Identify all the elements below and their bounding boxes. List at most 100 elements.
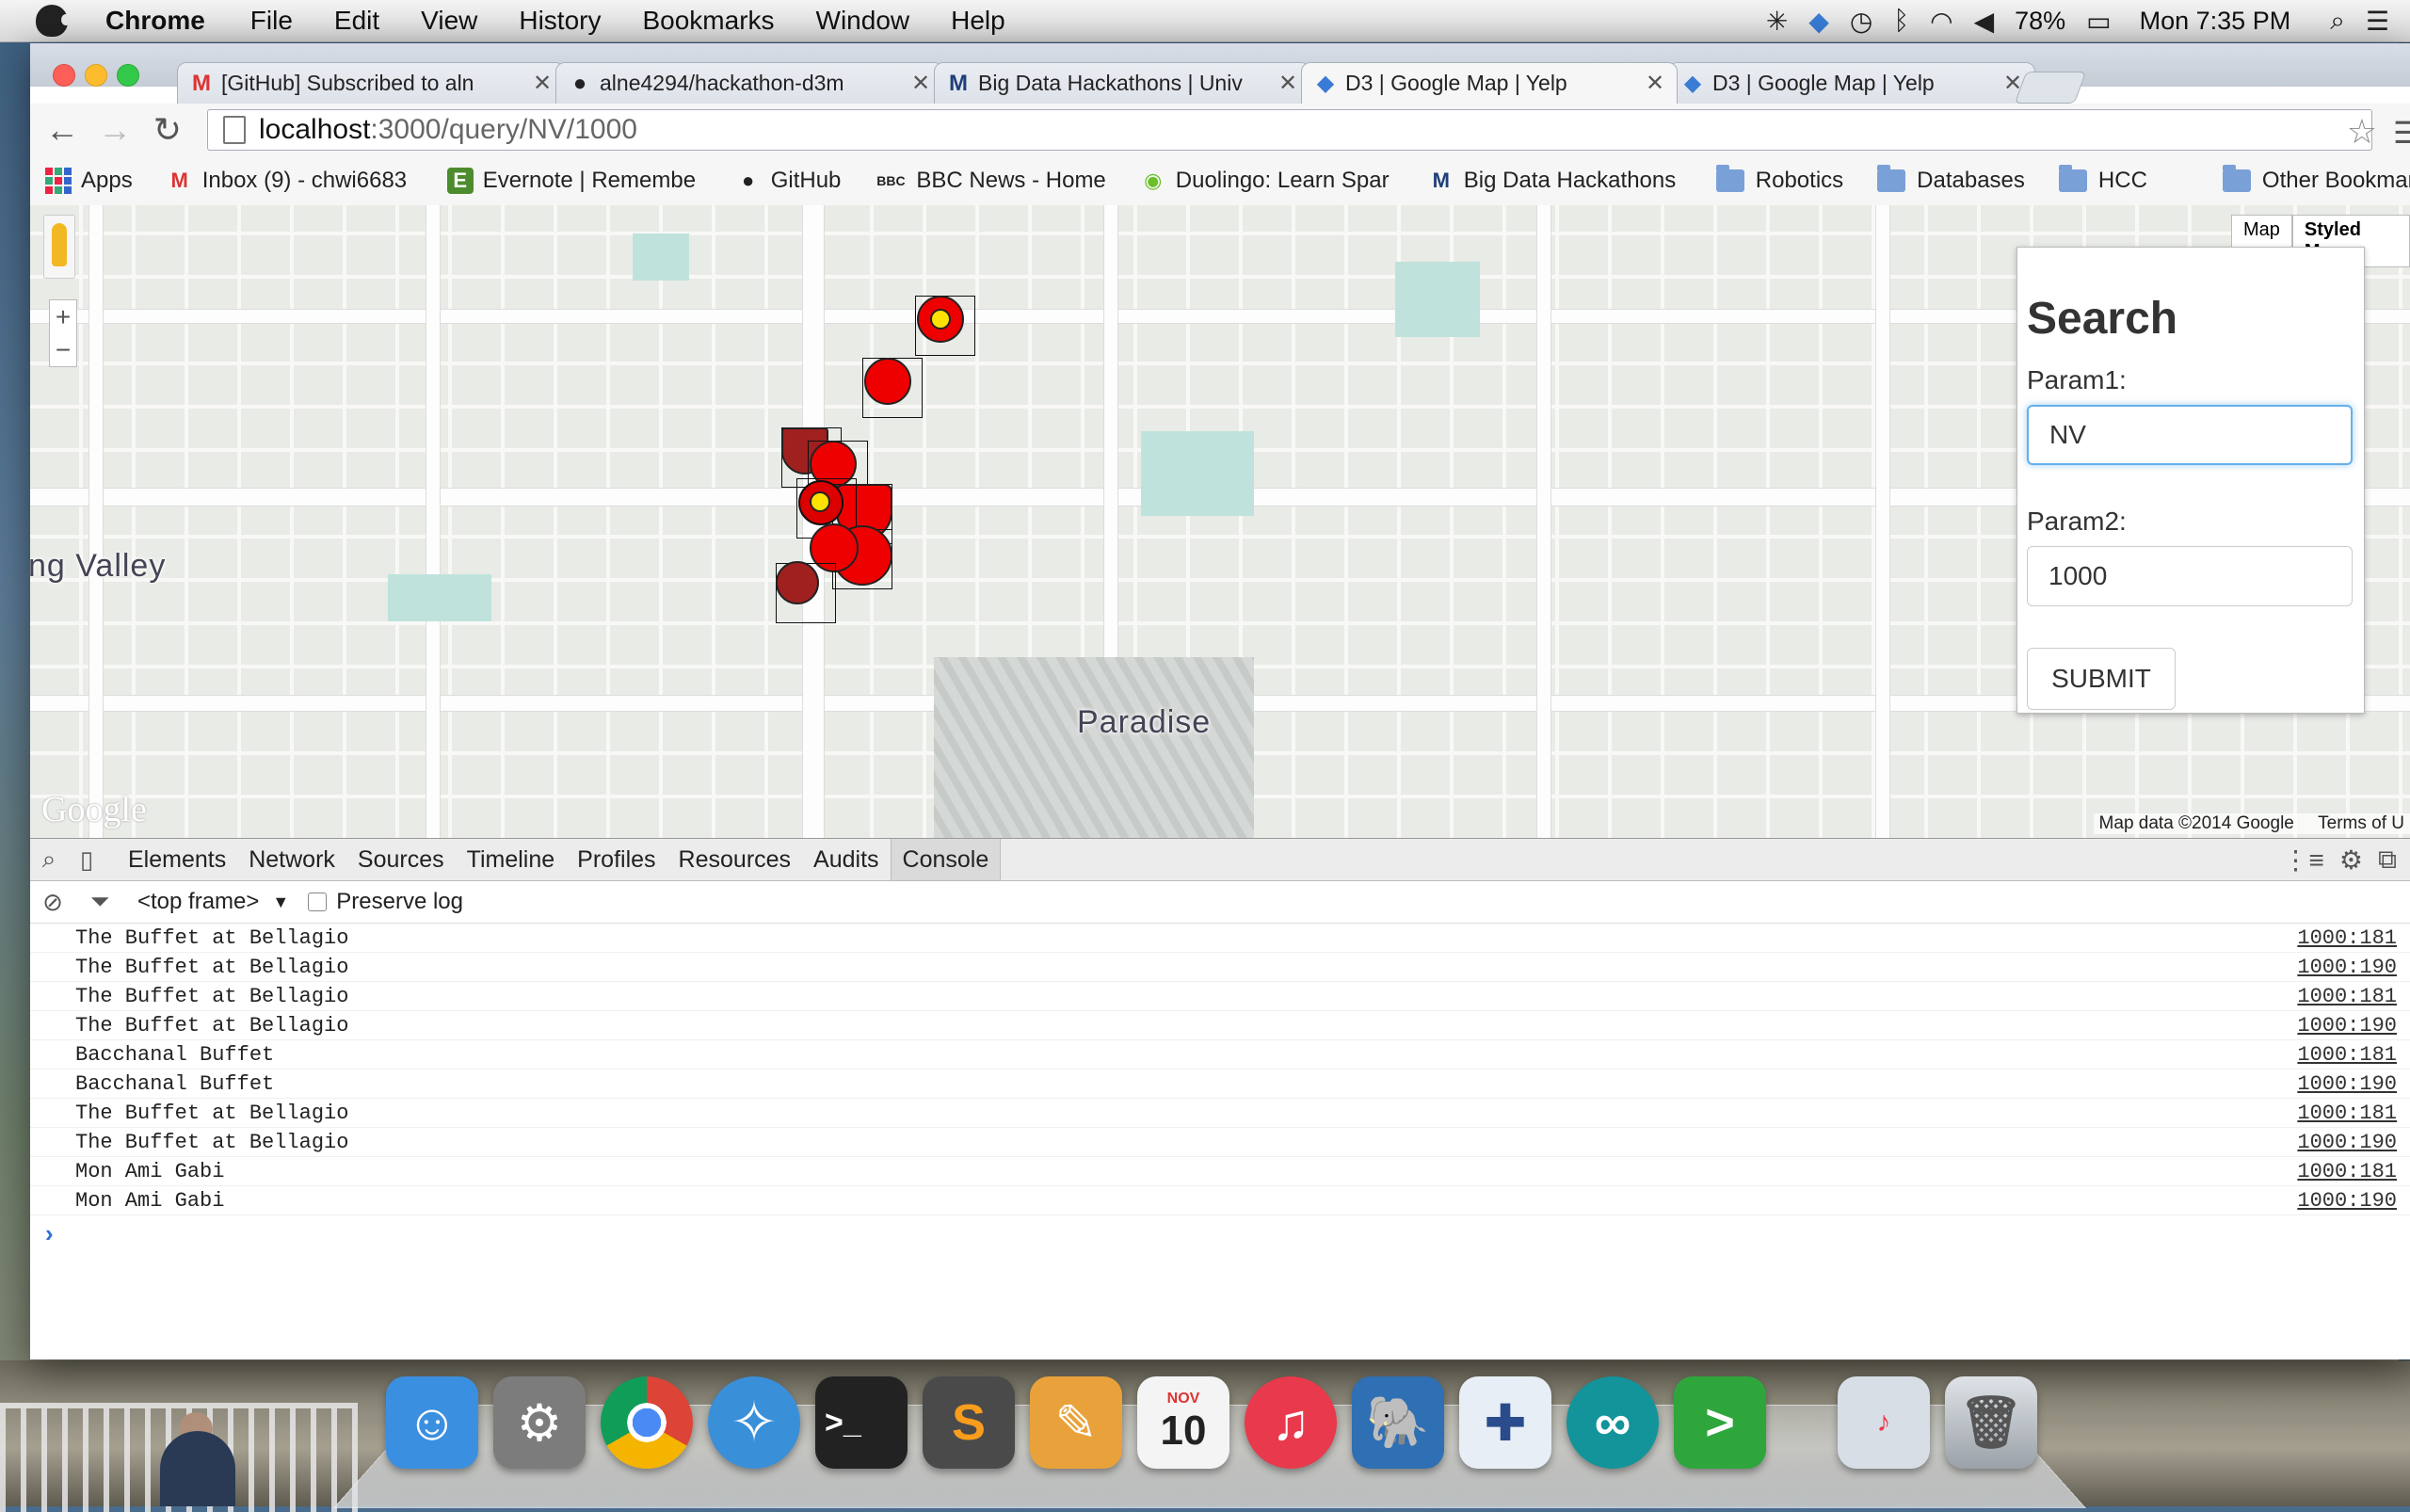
tab-big-data[interactable]: M Big Data Hackathons | Univ ✕	[934, 62, 1310, 104]
tab-d3-map-2[interactable]: ◆ D3 | Google Map | Yelp ✕	[1668, 62, 2035, 104]
chrome-menu-icon[interactable]: ☰	[2393, 115, 2410, 151]
console-drawer-icon[interactable]: ⋮≡	[2283, 844, 2324, 876]
back-arrow-icon[interactable]: ←	[41, 109, 83, 151]
tab-github-repo[interactable]: ● alne4294/hackathon-d3m ✕	[555, 62, 943, 104]
menu-app-name[interactable]: Chrome	[105, 6, 205, 36]
window-minimize-button[interactable]	[85, 64, 107, 87]
param1-input[interactable]: NV	[2027, 405, 2353, 465]
calendar-icon[interactable]: NOV 10	[1137, 1376, 1229, 1469]
trash-icon[interactable]: 🗑	[1945, 1376, 2037, 1469]
map-marker[interactable]	[776, 561, 819, 604]
log-source-link[interactable]: 1000:190	[2297, 956, 2397, 979]
log-source-link[interactable]: 1000:181	[2297, 1160, 2397, 1183]
bookmark-apps[interactable]: Apps	[45, 168, 133, 194]
itunes-icon[interactable]: ♫	[1245, 1376, 1337, 1469]
devtools-tab-audits[interactable]: Audits	[802, 846, 890, 874]
menu-clock[interactable]: Mon 7:35 PM	[2140, 7, 2291, 36]
forward-arrow-icon[interactable]: →	[94, 109, 136, 151]
frame-selector[interactable]: <top frame>	[137, 889, 259, 915]
menu-history[interactable]: History	[519, 6, 601, 36]
terminal-icon[interactable]: >_	[815, 1376, 908, 1469]
filter-icon[interactable]: ⏷	[81, 887, 119, 917]
notification-center-icon[interactable]: ☰	[2366, 6, 2389, 37]
address-bar[interactable]: localhost:3000/query/NV/1000 ☆	[207, 109, 2377, 151]
bookmark-star-icon[interactable]: ☆	[2347, 112, 2377, 152]
zoom-out-button[interactable]: −	[50, 333, 76, 366]
bookmark-bbc[interactable]: BBC BBC News - Home	[875, 168, 1106, 194]
window-zoom-button[interactable]	[117, 64, 139, 87]
menu-window[interactable]: Window	[816, 6, 910, 36]
time-machine-icon[interactable]: ◷	[1850, 6, 1872, 37]
log-source-link[interactable]: 1000:190	[2297, 1189, 2397, 1213]
system-preferences-icon[interactable]: ⚙	[493, 1376, 586, 1469]
clear-console-icon[interactable]: ⊘	[34, 888, 72, 917]
menu-edit[interactable]: Edit	[334, 6, 379, 36]
menu-bookmarks[interactable]: Bookmarks	[642, 6, 774, 36]
menu-view[interactable]: View	[421, 6, 477, 36]
volume-icon[interactable]: ◀	[1974, 6, 1995, 37]
menu-file[interactable]: File	[250, 6, 293, 36]
chevron-down-icon[interactable]: ▼	[272, 893, 289, 912]
device-mode-icon[interactable]: ▯	[68, 845, 105, 875]
bookmark-big-data[interactable]: M Big Data Hackathons	[1428, 168, 1682, 194]
close-icon[interactable]: ✕	[907, 70, 935, 97]
devtools-tab-network[interactable]: Network	[237, 846, 346, 874]
status-app-icon[interactable]: ✳	[1766, 6, 1788, 37]
console-prompt-input[interactable]: ›	[30, 1219, 2410, 1248]
bluetooth-icon[interactable]: ᛒ	[1893, 6, 1909, 36]
battery-percent[interactable]: 78%	[2015, 7, 2065, 36]
log-source-link[interactable]: 1000:181	[2297, 926, 2397, 950]
devtools-tab-sources[interactable]: Sources	[346, 846, 456, 874]
wifi-icon[interactable]: ◠	[1930, 6, 1952, 37]
devtools-tab-resources[interactable]: Resources	[667, 846, 803, 874]
submit-button[interactable]: SUBMIT	[2027, 648, 2176, 710]
itunes-window-icon[interactable]: ♪	[1838, 1376, 1930, 1469]
devtools-tab-console[interactable]: Console	[890, 839, 1002, 880]
apple-icon[interactable]	[36, 5, 71, 37]
bookmark-folder-robotics[interactable]: Robotics	[1715, 165, 1843, 194]
devtools-tab-timeline[interactable]: Timeline	[456, 846, 567, 874]
tab-github-gmail[interactable]: M [GitHub] Subscribed to aln ✕	[177, 62, 565, 104]
log-source-link[interactable]: 1000:190	[2297, 1131, 2397, 1154]
google-map[interactable]: ng Valley Paradise + − Map Styled Map Go…	[30, 205, 2410, 838]
new-tab-button[interactable]	[2014, 72, 2087, 104]
prompt-icon[interactable]: >	[1674, 1376, 1766, 1469]
log-source-link[interactable]: 1000:181	[2297, 1043, 2397, 1067]
finder-icon[interactable]: ☺	[386, 1376, 478, 1469]
bookmark-github[interactable]: ● GitHub	[735, 168, 841, 194]
window-close-button[interactable]	[53, 64, 75, 87]
log-source-link[interactable]: 1000:190	[2297, 1014, 2397, 1037]
safari-icon[interactable]: ✧	[708, 1376, 800, 1469]
log-source-link[interactable]: 1000:190	[2297, 1072, 2397, 1096]
close-icon[interactable]: ✕	[1641, 70, 1669, 97]
settings-gear-icon[interactable]: ⚙	[2339, 844, 2363, 876]
bookmark-folder-databases[interactable]: Databases	[1877, 165, 2025, 194]
tab-d3-map-active[interactable]: ◆ D3 | Google Map | Yelp ✕	[1301, 62, 1678, 104]
param2-input[interactable]: 1000	[2027, 546, 2353, 606]
spotlight-search-icon[interactable]: ⌕	[2330, 6, 2345, 37]
undock-icon[interactable]: ⧉	[2378, 844, 2397, 876]
reload-icon[interactable]: ↻	[147, 109, 188, 151]
bookmark-duolingo[interactable]: ◉ Duolingo: Learn Spar	[1140, 168, 1394, 194]
chrome-icon[interactable]	[601, 1376, 693, 1469]
postgres-icon[interactable]: 🐘	[1352, 1376, 1444, 1469]
menu-help[interactable]: Help	[951, 6, 1005, 36]
bookmark-folder-hcc[interactable]: HCC	[2058, 165, 2147, 194]
close-icon[interactable]: ✕	[528, 70, 556, 97]
inspect-search-icon[interactable]: ⌕	[30, 844, 68, 875]
tableau-icon[interactable]: ✚	[1459, 1376, 1551, 1469]
map-terms-link[interactable]: Terms of U	[2318, 813, 2404, 833]
log-source-link[interactable]: 1000:181	[2297, 1102, 2397, 1125]
devtools-tab-elements[interactable]: Elements	[117, 846, 237, 874]
preserve-log-checkbox[interactable]	[308, 893, 328, 911]
pages-icon[interactable]: ✎	[1030, 1376, 1122, 1469]
battery-icon[interactable]: ▭	[2086, 6, 2111, 37]
map-marker[interactable]	[864, 358, 911, 405]
bookmark-folder-other[interactable]: Other Bookmarks	[2222, 165, 2410, 194]
log-source-link[interactable]: 1000:181	[2297, 985, 2397, 1008]
devtools-tab-profiles[interactable]: Profiles	[566, 846, 667, 874]
bookmark-evernote[interactable]: E Evernote | Remembe	[446, 168, 701, 194]
dropbox-icon[interactable]: ◆	[1808, 6, 1829, 37]
bookmark-inbox[interactable]: M Inbox (9) - chwi6683	[167, 168, 413, 194]
close-icon[interactable]: ✕	[1274, 70, 1302, 97]
